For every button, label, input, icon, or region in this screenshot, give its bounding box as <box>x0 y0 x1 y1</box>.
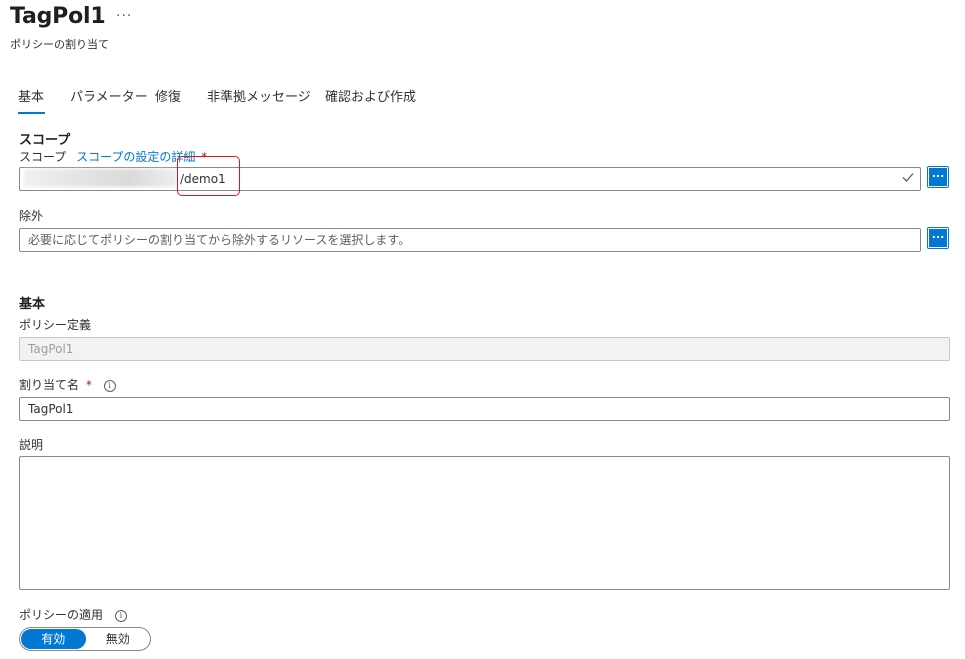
tab-remediation[interactable]: 修復 <box>155 89 207 115</box>
enforcement-toggle[interactable]: 有効 無効 <box>19 627 151 651</box>
exclusion-input[interactable]: 必要に応じてポリシーの割り当てから除外するリソースを選択します。 <box>19 228 921 252</box>
tab-review-create[interactable]: 確認および作成 <box>325 89 425 115</box>
scope-label: スコープ <box>19 150 67 164</box>
description-textarea[interactable] <box>19 456 950 590</box>
exclusion-label: 除外 <box>19 209 44 223</box>
page-title: TagPol1 <box>10 4 106 29</box>
info-icon[interactable]: i <box>114 609 127 622</box>
enforcement-label-row: ポリシーの適用 i <box>19 606 127 623</box>
exclusion-browse-button[interactable]: ... <box>927 227 949 249</box>
enforcement-label: ポリシーの適用 <box>19 608 104 622</box>
checkmark-icon <box>902 173 914 182</box>
assignment-name-label-row: 割り当て名 * i <box>19 376 116 393</box>
assignment-name-input[interactable]: TagPol1 <box>19 397 950 421</box>
policy-definition-label: ポリシー定義 <box>19 318 92 332</box>
scope-learn-more-link[interactable]: スコープの設定の詳細 <box>76 150 195 164</box>
tab-basics[interactable]: 基本 <box>18 89 70 115</box>
assignment-name-label: 割り当て名 <box>19 378 80 392</box>
info-icon[interactable]: i <box>103 379 116 392</box>
page-subtitle: ポリシーの割り当て <box>10 38 109 51</box>
enforcement-enabled-option[interactable]: 有効 <box>21 629 86 649</box>
tab-non-compliance-messages[interactable]: 非準拠メッセージ <box>207 89 325 115</box>
more-options-button[interactable]: ··· <box>116 8 132 24</box>
policy-definition-field: TagPol1 <box>19 337 950 361</box>
scope-value: /demo1 <box>180 172 226 186</box>
scope-browse-button[interactable]: ... <box>927 166 949 188</box>
required-mark: * <box>201 150 208 164</box>
tab-bar: 基本 パラメーター 修復 非準拠メッセージ 確認および作成 <box>18 89 425 115</box>
enforcement-disabled-option[interactable]: 無効 <box>86 628 151 650</box>
exclusion-placeholder: 必要に応じてポリシーの割り当てから除外するリソースを選択します。 <box>28 233 411 247</box>
redacted-scope-prefix <box>24 169 176 187</box>
required-mark: * <box>85 378 92 392</box>
scope-section-heading: スコープ <box>19 133 71 148</box>
tab-parameters[interactable]: パラメーター <box>70 89 155 115</box>
basics-section-heading: 基本 <box>19 297 46 312</box>
description-label: 説明 <box>19 438 44 452</box>
scope-label-row: スコープ スコープの設定の詳細 * <box>19 148 207 165</box>
